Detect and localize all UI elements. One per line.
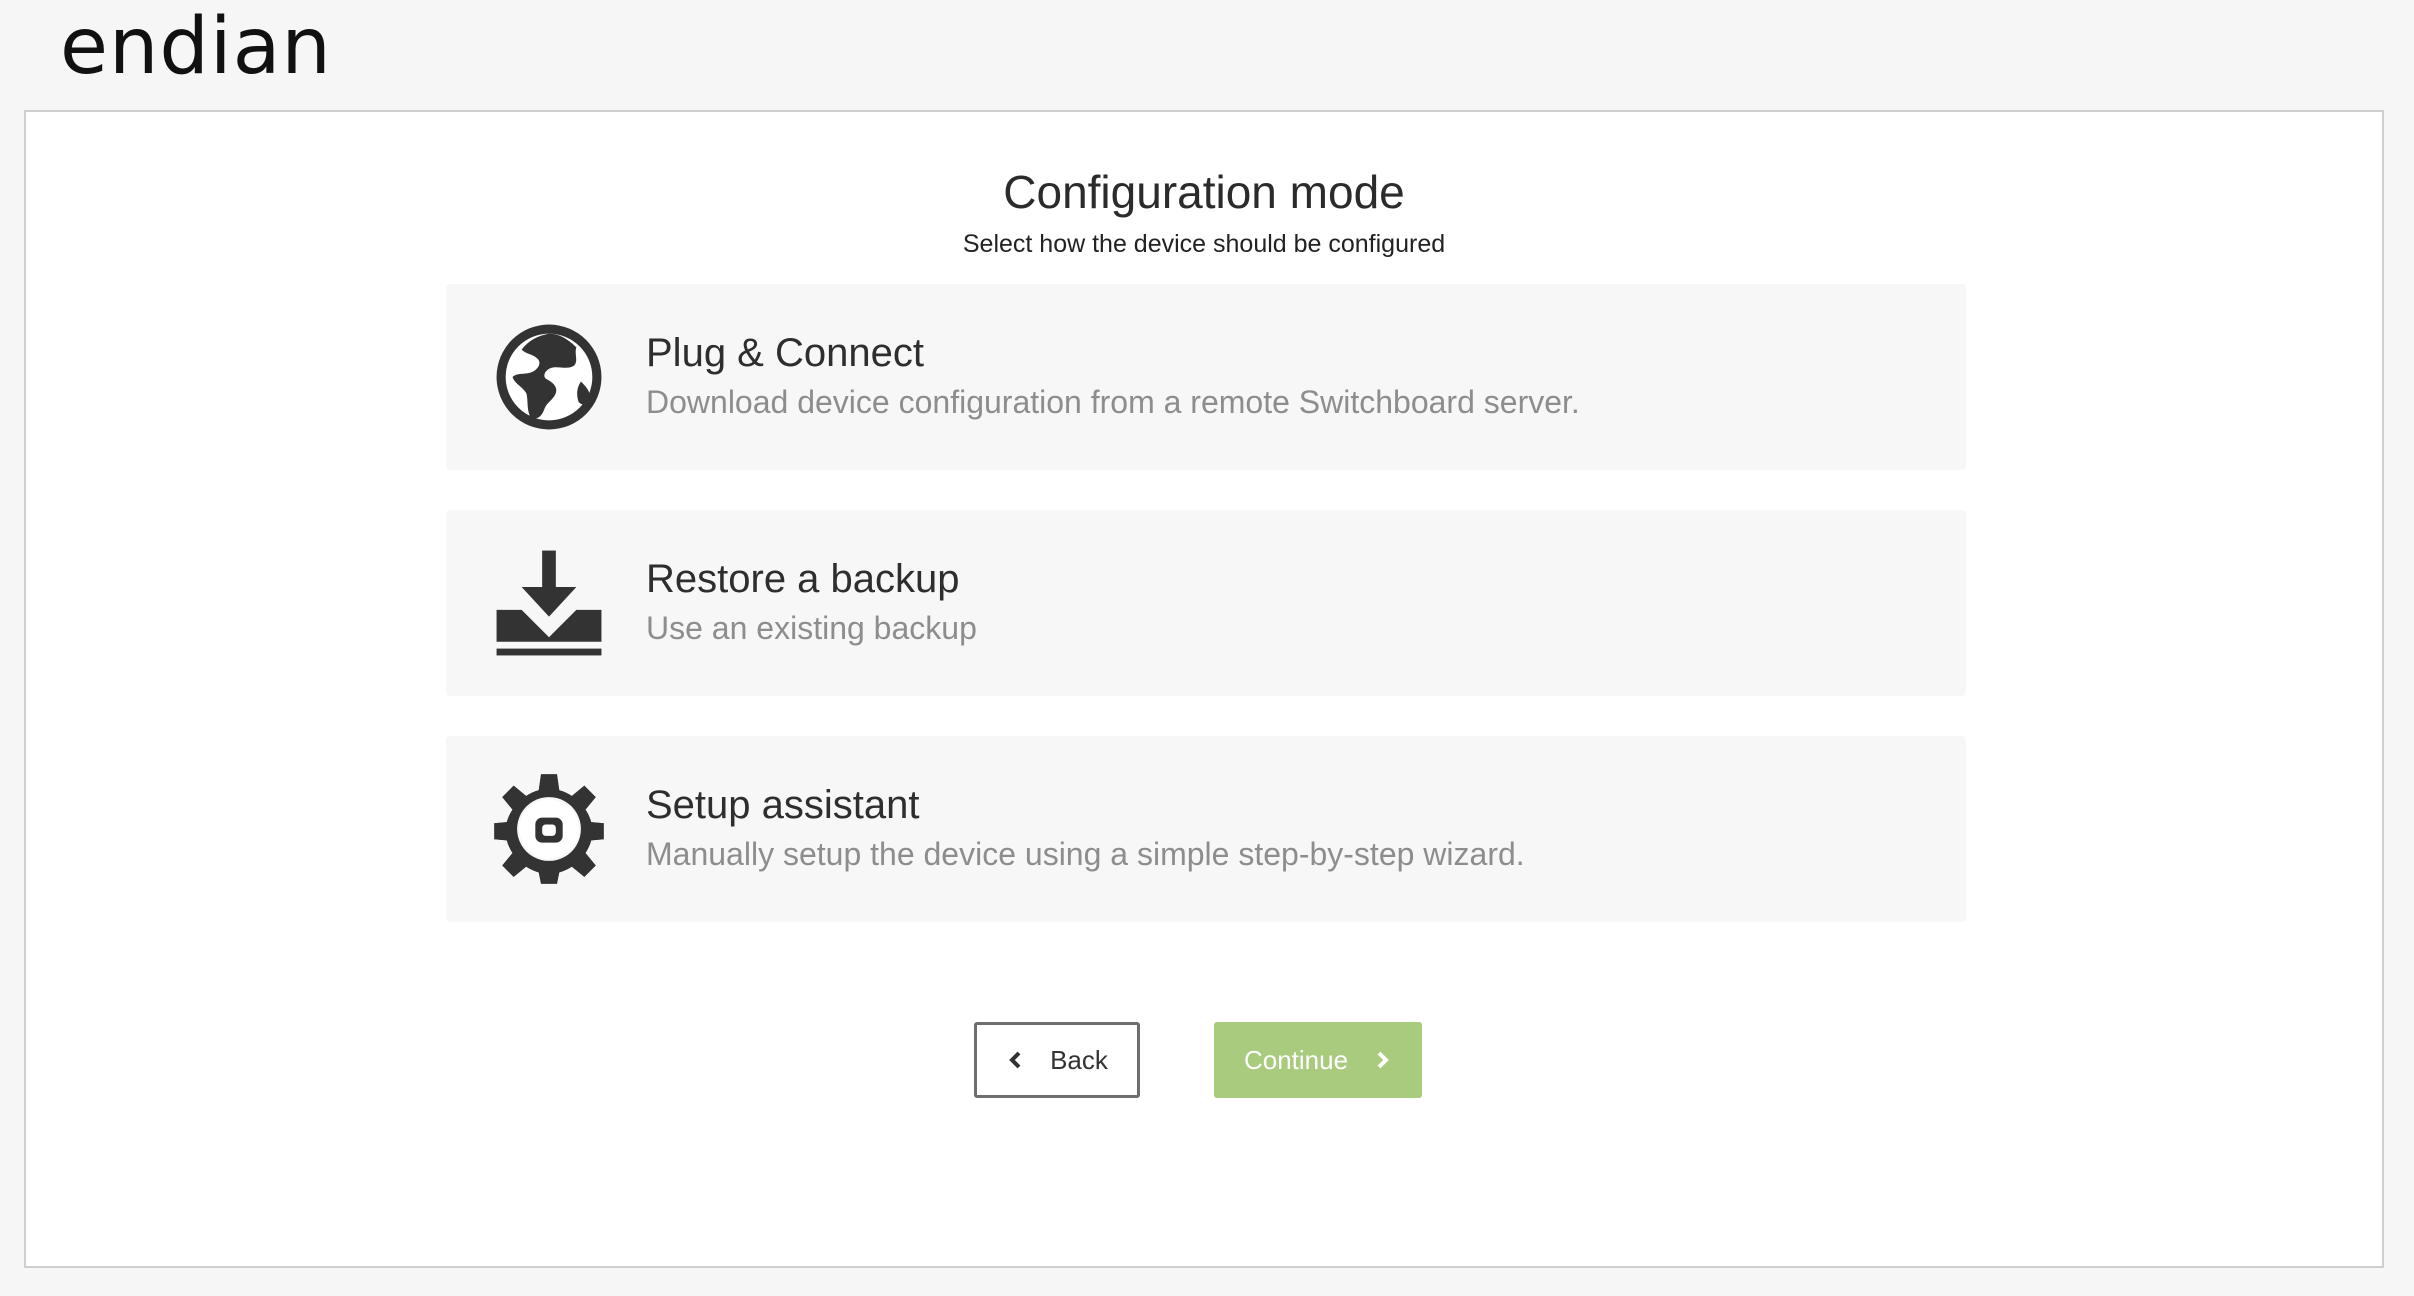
endian-logo[interactable]: endian [60, 2, 332, 92]
continue-button-label: Continue [1243, 1044, 1349, 1075]
page-title: Configuration mode [1003, 166, 1405, 218]
continue-button[interactable]: Continue [1214, 1022, 1422, 1098]
download-icon [492, 546, 606, 660]
option-description: Download device configuration from a rem… [646, 384, 1580, 420]
page-subtitle: Select how the device should be configur… [962, 230, 1446, 258]
option-title: Restore a backup [646, 557, 960, 601]
configuration-panel: Configuration mode Select how the device… [24, 110, 2384, 1268]
option-plug-and-connect[interactable]: Plug & Connect Download device configura… [446, 284, 1966, 470]
option-description: Manually setup the device using a simple… [646, 836, 1525, 872]
option-title: Plug & Connect [646, 331, 924, 375]
gear-icon [492, 772, 606, 886]
back-button[interactable]: Back [974, 1022, 1140, 1098]
option-title: Setup assistant [646, 783, 920, 827]
option-setup-assistant[interactable]: Setup assistant Manually setup the devic… [446, 736, 1966, 922]
header: endian [0, 0, 2414, 110]
chevron-right-icon [1372, 1050, 1392, 1070]
option-description: Use an existing backup [646, 610, 977, 646]
back-button-label: Back [1050, 1044, 1108, 1075]
option-restore-backup[interactable]: Restore a backup Use an existing backup [446, 510, 1966, 696]
navigation-buttons: Back Continue [26, 1022, 2382, 1102]
chevron-left-icon [1006, 1050, 1026, 1070]
globe-icon [492, 320, 606, 434]
